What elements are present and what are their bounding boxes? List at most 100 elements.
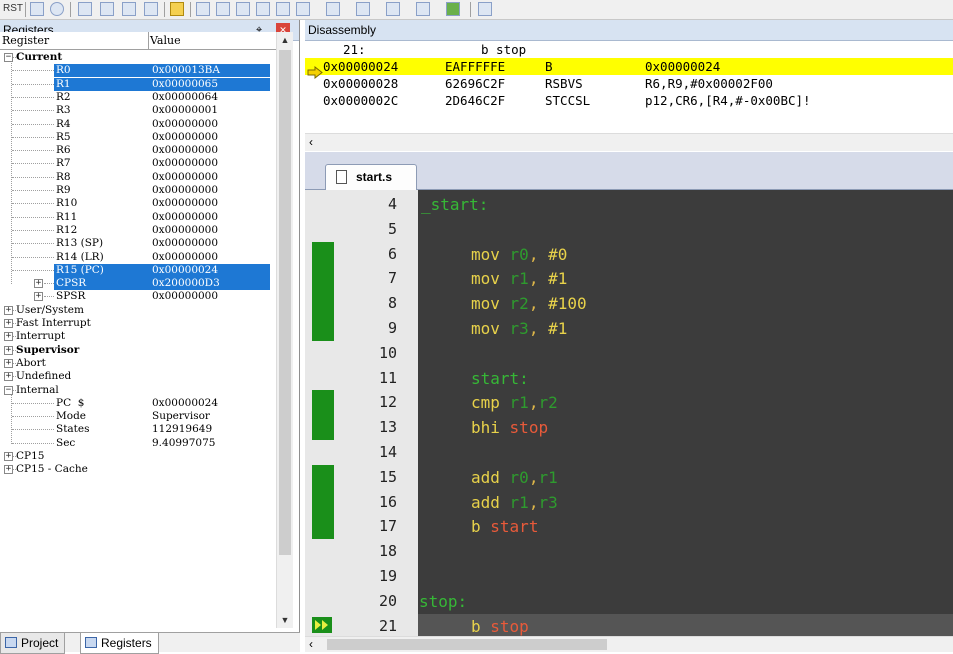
register-row[interactable]: R8 0x00000000 [0, 171, 276, 184]
code-line[interactable]: add r1,r3 [471, 493, 558, 512]
code-line[interactable]: stop: [419, 592, 467, 611]
register-row[interactable]: R13 (SP) 0x00000000 [0, 237, 276, 250]
trace-icon[interactable] [416, 2, 430, 16]
code-line[interactable]: cmp r1,r2 [471, 393, 558, 412]
editor-gutter: 4 5 6 7 8 9 10 11 12 13 14 15 16 17 18 19 20 21 [305, 190, 418, 636]
code-line[interactable]: mov r0, #0 [471, 245, 567, 264]
register-row[interactable]: + Supervisor [0, 344, 276, 357]
code-line[interactable]: mov r2, #100 [471, 294, 587, 313]
editor-tab-start-s[interactable]: start.s [325, 164, 417, 190]
expand-icon[interactable]: + [4, 305, 13, 315]
serial-window-icon[interactable] [356, 2, 370, 16]
run-to-cursor-icon[interactable] [144, 2, 158, 16]
tools-icon[interactable] [478, 2, 492, 16]
register-row[interactable]: R12 0x00000000 [0, 224, 276, 237]
watch-window-icon[interactable] [296, 2, 310, 16]
code-line[interactable]: mov r1, #1 [471, 269, 567, 288]
expand-icon[interactable]: + [4, 319, 13, 328]
register-row[interactable]: R7 0x00000000 [0, 157, 276, 170]
tab-registers[interactable]: Registers [80, 633, 159, 654]
expand-icon[interactable]: + [4, 345, 13, 355]
disassembly-line[interactable]: 0x00000028 62696C2F RSBVS R6,R9,#0x00002F00 [305, 75, 953, 92]
step-out-icon[interactable] [122, 2, 136, 16]
line-number: 12 [378, 393, 397, 412]
register-row[interactable]: − Current [0, 51, 276, 64]
memory-window-icon[interactable] [326, 2, 340, 16]
reset-button[interactable]: RST [3, 1, 23, 17]
collapse-icon[interactable]: − [4, 385, 13, 395]
register-row[interactable]: R5 0x00000000 [0, 131, 276, 144]
code-line[interactable]: start: [471, 369, 529, 388]
register-row[interactable]: R3 0x00000001 [0, 104, 276, 117]
register-row[interactable]: R2 0x00000064 [0, 91, 276, 104]
register-row[interactable]: Sec 9.40997075 [0, 437, 276, 450]
code-line[interactable]: bhi stop [471, 418, 548, 437]
register-row[interactable]: + User/System [0, 304, 276, 317]
step-into-icon[interactable] [78, 2, 92, 16]
tree-branch [12, 216, 54, 219]
expand-icon[interactable]: + [4, 372, 13, 382]
register-row[interactable]: + Abort [0, 357, 276, 370]
scroll-left-icon[interactable]: ‹ [309, 135, 313, 149]
register-row[interactable]: R14 (LR) 0x00000000 [0, 251, 276, 264]
register-row[interactable]: States 112919649 [0, 423, 276, 436]
register-row[interactable]: R11 0x00000000 [0, 211, 276, 224]
analysis-icon[interactable] [386, 2, 400, 16]
collapse-icon[interactable]: − [4, 53, 13, 62]
arrow-icon[interactable] [170, 2, 184, 16]
expand-icon[interactable]: + [34, 292, 43, 302]
register-row[interactable]: R10 0x00000000 [0, 197, 276, 210]
line-number: 4 [387, 195, 397, 213]
column-header-value[interactable]: Value [148, 32, 181, 50]
scroll-thumb[interactable] [327, 639, 607, 650]
register-row[interactable]: + CP15 [0, 450, 276, 463]
disassembly-horizontal-scrollbar[interactable]: ‹ [305, 133, 953, 151]
step-over-icon[interactable] [100, 2, 114, 16]
registers-vertical-scrollbar[interactable]: ▲ ▼ [276, 32, 293, 628]
code-line[interactable]: b start [471, 517, 538, 536]
register-row[interactable]: PC $ 0x00000024 [0, 397, 276, 410]
register-row[interactable]: R0 0x000013BA [0, 64, 276, 78]
editor-horizontal-scrollbar[interactable]: ‹ [305, 636, 953, 652]
register-row[interactable]: + CPSR 0x200000D3 [0, 277, 276, 291]
scroll-up-icon[interactable]: ▲ [277, 32, 293, 48]
system-viewer-icon[interactable] [446, 2, 460, 16]
register-row[interactable]: + SPSR 0x00000000 [0, 290, 276, 303]
register-row[interactable]: + Undefined [0, 370, 276, 383]
disassembly-line[interactable]: 0x0000002C 2D646C2F STCCSL p12,CR6,[R4,#-0x… [305, 92, 953, 109]
register-row[interactable]: + Interrupt [0, 330, 276, 343]
disassembly-window-icon[interactable] [216, 2, 230, 16]
expand-icon[interactable]: + [4, 332, 13, 342]
code-line[interactable]: _start: [421, 195, 488, 214]
scroll-left-icon[interactable]: ‹ [309, 637, 313, 651]
tab-project[interactable]: Project [0, 633, 66, 654]
scroll-down-icon[interactable]: ▼ [277, 612, 293, 628]
column-header-register[interactable]: Register [0, 32, 149, 50]
command-window-icon[interactable] [196, 2, 210, 16]
register-row[interactable]: R9 0x00000000 [0, 184, 276, 197]
register-row[interactable]: − Internal [0, 384, 276, 397]
register-row[interactable]: R4 0x00000000 [0, 118, 276, 131]
disassembly-panel-header: Disassembly [305, 20, 953, 41]
code-line[interactable]: add r0,r1 [471, 468, 558, 487]
register-row[interactable]: R1 0x00000065 [0, 77, 276, 91]
expand-icon[interactable]: + [4, 465, 13, 475]
expand-icon[interactable]: + [34, 279, 43, 289]
disassembly-line[interactable]: 0x00000024 EAFFFFFE B 0x00000024 [305, 58, 953, 75]
registers-window-icon[interactable] [256, 2, 270, 16]
code-editor[interactable]: 4 5 6 7 8 9 10 11 12 13 14 15 16 17 18 19 20 21 _start:mo… [305, 190, 953, 636]
register-row[interactable]: R15 (PC) 0x00000024 [0, 263, 276, 277]
register-row[interactable]: Mode Supervisor [0, 410, 276, 423]
call-stack-icon[interactable] [276, 2, 290, 16]
register-row[interactable]: + CP15 - Cache [0, 463, 276, 476]
register-row[interactable]: + Fast Interrupt [0, 317, 276, 330]
symbols-window-icon[interactable] [236, 2, 250, 16]
step-icon[interactable] [30, 2, 44, 16]
stop-icon[interactable] [50, 2, 64, 16]
scroll-thumb[interactable] [279, 50, 291, 555]
code-line[interactable]: b stop [471, 617, 529, 636]
expand-icon[interactable]: + [4, 452, 13, 461]
expand-icon[interactable]: + [4, 358, 13, 368]
register-row[interactable]: R6 0x00000000 [0, 144, 276, 157]
code-line[interactable]: mov r3, #1 [471, 319, 567, 338]
